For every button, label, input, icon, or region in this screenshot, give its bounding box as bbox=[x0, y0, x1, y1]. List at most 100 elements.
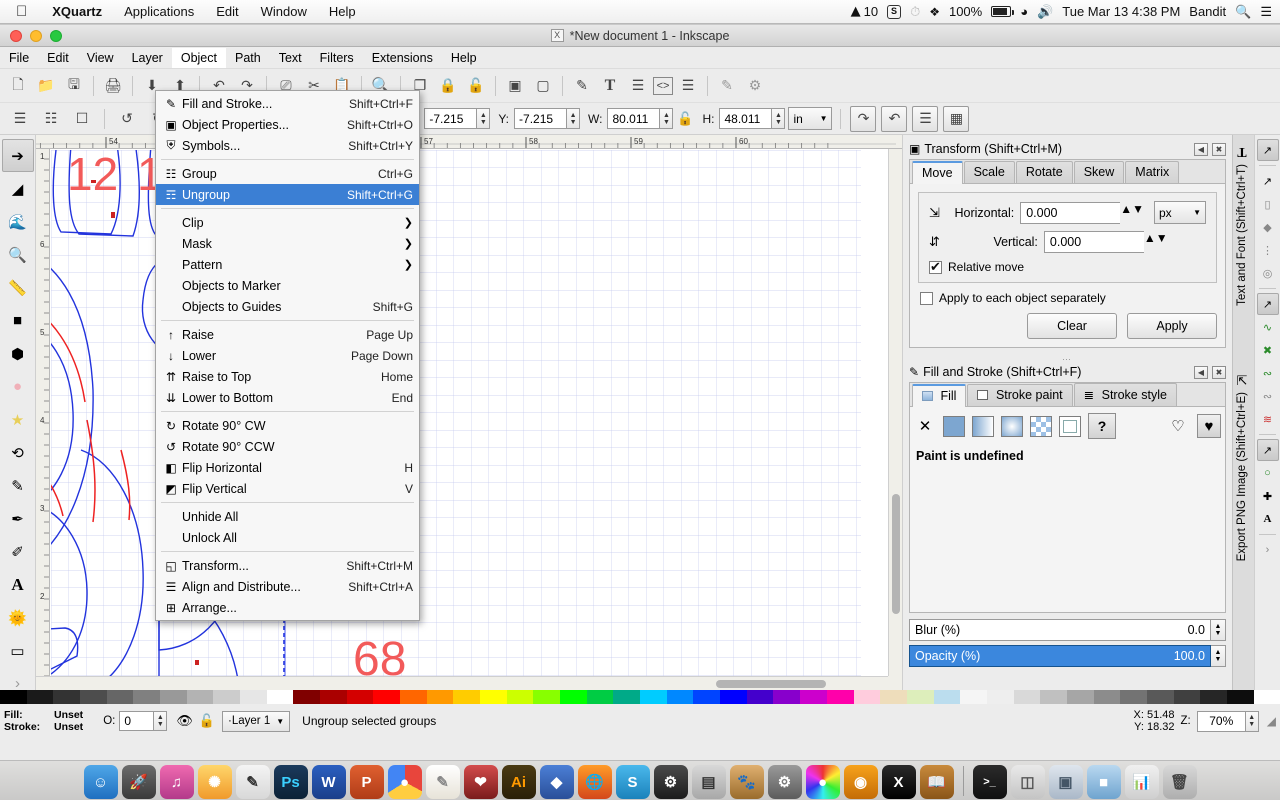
x-input[interactable] bbox=[424, 108, 477, 129]
box3d-tool[interactable]: ⬢ bbox=[2, 337, 34, 370]
rectangle-tool[interactable]: ■ bbox=[2, 304, 34, 337]
palette-swatch[interactable] bbox=[186, 690, 214, 704]
layer-selector[interactable]: ·Layer 1 ▼ bbox=[222, 710, 291, 732]
tab-rotate[interactable]: Rotate bbox=[1015, 161, 1073, 183]
snap-path-intersections-icon[interactable]: ✖ bbox=[1257, 339, 1279, 361]
tab-matrix[interactable]: Matrix bbox=[1125, 161, 1180, 183]
vertical-input[interactable] bbox=[1043, 231, 1144, 253]
palette-swatch[interactable] bbox=[1173, 690, 1201, 704]
ungroup-icon[interactable]: ▢ bbox=[530, 73, 556, 99]
palette-swatch[interactable] bbox=[613, 690, 641, 704]
menu-layer[interactable]: Layer bbox=[123, 48, 172, 68]
snap-midpoints-icon[interactable]: ≋ bbox=[1257, 408, 1279, 430]
rotate-ccw-icon[interactable]: ↺ bbox=[114, 106, 140, 132]
palette-swatch[interactable] bbox=[266, 690, 294, 704]
dock-icon-notes[interactable]: ✎ bbox=[425, 765, 460, 799]
menu-item-lower[interactable]: ↓ Lower Page Down bbox=[156, 345, 419, 366]
palette-swatch[interactable] bbox=[1120, 690, 1147, 704]
transform-collapse-button[interactable]: ◀ bbox=[1194, 142, 1208, 156]
menu-window[interactable]: Window bbox=[250, 4, 318, 19]
palette-swatch[interactable] bbox=[1066, 690, 1094, 704]
snap-nodes-icon[interactable]: ↗ bbox=[1256, 293, 1279, 315]
palette-swatch[interactable] bbox=[453, 690, 481, 704]
palette-swatch[interactable] bbox=[80, 690, 107, 704]
palette-swatch[interactable] bbox=[746, 690, 774, 704]
snap-paths-icon[interactable]: ∿ bbox=[1257, 316, 1279, 338]
dock-splitter[interactable]: ⋯ bbox=[909, 354, 1226, 364]
menu-item-fill-and-stroke[interactable]: ✎ Fill and Stroke... Shift+Ctrl+F bbox=[156, 93, 419, 114]
snap-text-baseline-icon[interactable]: A bbox=[1257, 508, 1279, 530]
snap-object-centers-icon[interactable]: ○ bbox=[1257, 462, 1279, 484]
snap-bounding-box-icon[interactable]: ↗ bbox=[1257, 170, 1279, 192]
palette-swatch[interactable] bbox=[213, 690, 241, 704]
vertical-field[interactable]: ▲▼ bbox=[1043, 231, 1168, 253]
dock-icon-photo-app[interactable]: ■ bbox=[1086, 765, 1121, 799]
dock-icon-calculator[interactable]: ▤ bbox=[691, 765, 726, 799]
battery-icon[interactable] bbox=[991, 6, 1014, 17]
dock-icon-books[interactable]: 📖 bbox=[919, 765, 954, 799]
palette-swatch[interactable] bbox=[26, 690, 54, 704]
layer-lock-icon[interactable]: 🔓 bbox=[199, 713, 215, 729]
menu-file[interactable]: File bbox=[0, 48, 38, 68]
fill-stroke-indicator[interactable]: Fill: Unset Stroke: Unset bbox=[4, 709, 83, 733]
color-palette[interactable] bbox=[0, 690, 1280, 704]
vtab-text-and-font[interactable]: Text and Font (Shift+Ctrl+T) T bbox=[1233, 137, 1251, 312]
snap-bbox-corners-icon[interactable]: ◆ bbox=[1257, 216, 1279, 238]
snap-bbox-edge-midpoints-icon[interactable]: ⋮ bbox=[1257, 239, 1279, 261]
palette-swatch[interactable] bbox=[1093, 690, 1121, 704]
spiral-tool[interactable]: ⟲ bbox=[2, 436, 34, 469]
menu-item-flip-vertical[interactable]: ◩ Flip Vertical V bbox=[156, 478, 419, 499]
menu-text[interactable]: Text bbox=[270, 48, 311, 68]
w-field[interactable]: ▲▼ bbox=[607, 108, 674, 129]
dock-icon-xquartz[interactable]: X bbox=[881, 765, 916, 799]
paint-swatch-button[interactable] bbox=[1059, 415, 1081, 437]
vertical-scroll-thumb[interactable] bbox=[892, 494, 900, 614]
affect-rounded-corners-icon[interactable]: ↶ bbox=[881, 105, 908, 132]
snap-bbox-edges-icon[interactable]: ▯ bbox=[1257, 193, 1279, 215]
fill-rule-evenodd-icon[interactable]: ♥ bbox=[1197, 414, 1221, 438]
eraser-tool[interactable]: ▭ bbox=[2, 634, 34, 667]
menu-item-mask[interactable]: Mask ❯ bbox=[156, 233, 419, 254]
paint-pattern-button[interactable] bbox=[1030, 415, 1052, 437]
palette-swatch[interactable] bbox=[720, 690, 747, 704]
dock-icon-photoshop[interactable]: Ps bbox=[273, 765, 308, 799]
units-select[interactable]: in ▼ bbox=[788, 107, 833, 130]
menu-item-ungroup[interactable]: ☶ Ungroup Shift+Ctrl+G bbox=[156, 184, 419, 205]
h-field[interactable]: ▲▼ bbox=[719, 108, 786, 129]
menu-item-raise-to-top[interactable]: ⇈ Raise to Top Home bbox=[156, 366, 419, 387]
transform-close-button[interactable]: ✖ bbox=[1212, 142, 1226, 156]
palette-swatch[interactable] bbox=[106, 690, 134, 704]
menu-help[interactable]: Help bbox=[442, 48, 486, 68]
palette-swatch[interactable] bbox=[240, 690, 267, 704]
affect-patterns-icon[interactable]: ▦ bbox=[943, 105, 970, 132]
dock-icon-launchpad[interactable]: 🚀 bbox=[121, 765, 156, 799]
horizontal-input[interactable] bbox=[1020, 201, 1121, 224]
snap-smooth-nodes-icon[interactable]: ∾ bbox=[1257, 385, 1279, 407]
tab-skew[interactable]: Skew bbox=[1073, 161, 1125, 183]
dock-icon-files[interactable]: ◫ bbox=[1010, 765, 1045, 799]
new-document-icon[interactable]: 🗋 bbox=[5, 73, 31, 99]
palette-swatch[interactable] bbox=[1226, 690, 1254, 704]
palette-swatch[interactable] bbox=[586, 690, 614, 704]
w-spinner[interactable]: ▲ ▼ bbox=[659, 108, 674, 129]
unlink-clone-icon[interactable]: 🔓 bbox=[463, 73, 489, 99]
menu-item-unlock-all[interactable]: Unlock All bbox=[156, 527, 419, 548]
palette-swatch[interactable] bbox=[426, 690, 454, 704]
dock-icon-illustrator[interactable]: Ai bbox=[501, 765, 536, 799]
shield-icon[interactable]: S bbox=[887, 4, 902, 19]
menu-view[interactable]: View bbox=[78, 48, 123, 68]
snap-more-icon[interactable]: › bbox=[1257, 539, 1279, 561]
tab-stroke-style[interactable]: ≣ Stroke style bbox=[1073, 383, 1177, 406]
palette-swatch[interactable] bbox=[666, 690, 694, 704]
palette-swatch[interactable] bbox=[693, 690, 721, 704]
snap-bbox-centers-icon[interactable]: ◎ bbox=[1257, 262, 1279, 284]
save-document-icon[interactable]: 🖫 bbox=[61, 73, 87, 99]
menu-item-group[interactable]: ☷ Group Ctrl+G bbox=[156, 163, 419, 184]
palette-swatch[interactable] bbox=[986, 690, 1014, 704]
status-opacity-spinner[interactable]: ▲ ▼ bbox=[153, 711, 168, 731]
y-field[interactable]: ▲▼ bbox=[514, 108, 581, 129]
align-dialog-icon[interactable]: ☰ bbox=[675, 73, 701, 99]
palette-swatch[interactable] bbox=[1040, 690, 1067, 704]
menu-item-align-and-distribute[interactable]: ☰ Align and Distribute... Shift+Ctrl+A bbox=[156, 576, 419, 597]
menu-item-transform[interactable]: ◱ Transform... Shift+Ctrl+M bbox=[156, 555, 419, 576]
